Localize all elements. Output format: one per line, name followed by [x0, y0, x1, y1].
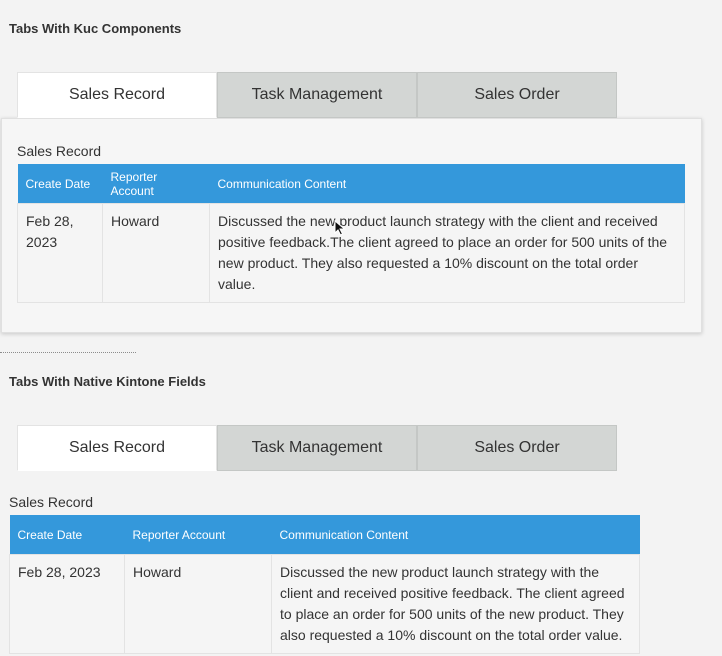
- kuc-panel-label: Sales Record: [17, 143, 102, 159]
- cell-communication-content: Discussed the new product launch strateg…: [271, 554, 640, 654]
- kuc-tab-sales-record[interactable]: Sales Record: [17, 72, 217, 118]
- section-title-native: Tabs With Native Kintone Fields: [9, 374, 206, 389]
- native-sales-table: Create Date Reporter Account Communicati…: [9, 515, 640, 654]
- column-header-create-date: Create Date: [9, 515, 125, 555]
- kuc-sales-table: Create Date Reporter Account Communicati…: [17, 164, 685, 303]
- cell-create-date: Feb 28, 2023: [9, 554, 125, 654]
- native-tab-bar: Sales Record Task Management Sales Order: [17, 425, 617, 471]
- section-title-kuc: Tabs With Kuc Components: [9, 21, 182, 36]
- native-tab-sales-record[interactable]: Sales Record: [17, 425, 217, 471]
- native-tab-task-management[interactable]: Task Management: [217, 425, 417, 471]
- column-header-communication-content: Communication Content: [209, 164, 685, 204]
- kuc-tab-sales-order[interactable]: Sales Order: [417, 72, 617, 118]
- kuc-tab-task-management[interactable]: Task Management: [217, 72, 417, 118]
- column-header-create-date: Create Date: [17, 164, 103, 204]
- section-divider: [0, 352, 136, 353]
- table-row: Feb 28, 2023 Howard Discussed the new pr…: [17, 203, 685, 303]
- column-header-communication-content: Communication Content: [271, 515, 640, 555]
- mouse-pointer-icon: [334, 220, 346, 236]
- native-panel-label: Sales Record: [9, 494, 94, 510]
- cell-communication-content: Discussed the new product launch strateg…: [209, 203, 685, 303]
- native-tab-sales-order[interactable]: Sales Order: [417, 425, 617, 471]
- table-row: Feb 28, 2023 Howard Discussed the new pr…: [9, 554, 640, 654]
- cell-reporter-account: Howard: [124, 554, 272, 654]
- column-header-reporter-account: Reporter Account: [102, 164, 210, 204]
- kuc-tab-bar: Sales Record Task Management Sales Order: [17, 72, 617, 118]
- cell-create-date: Feb 28, 2023: [17, 203, 103, 303]
- column-header-reporter-account: Reporter Account: [124, 515, 272, 555]
- cell-reporter-account: Howard: [102, 203, 210, 303]
